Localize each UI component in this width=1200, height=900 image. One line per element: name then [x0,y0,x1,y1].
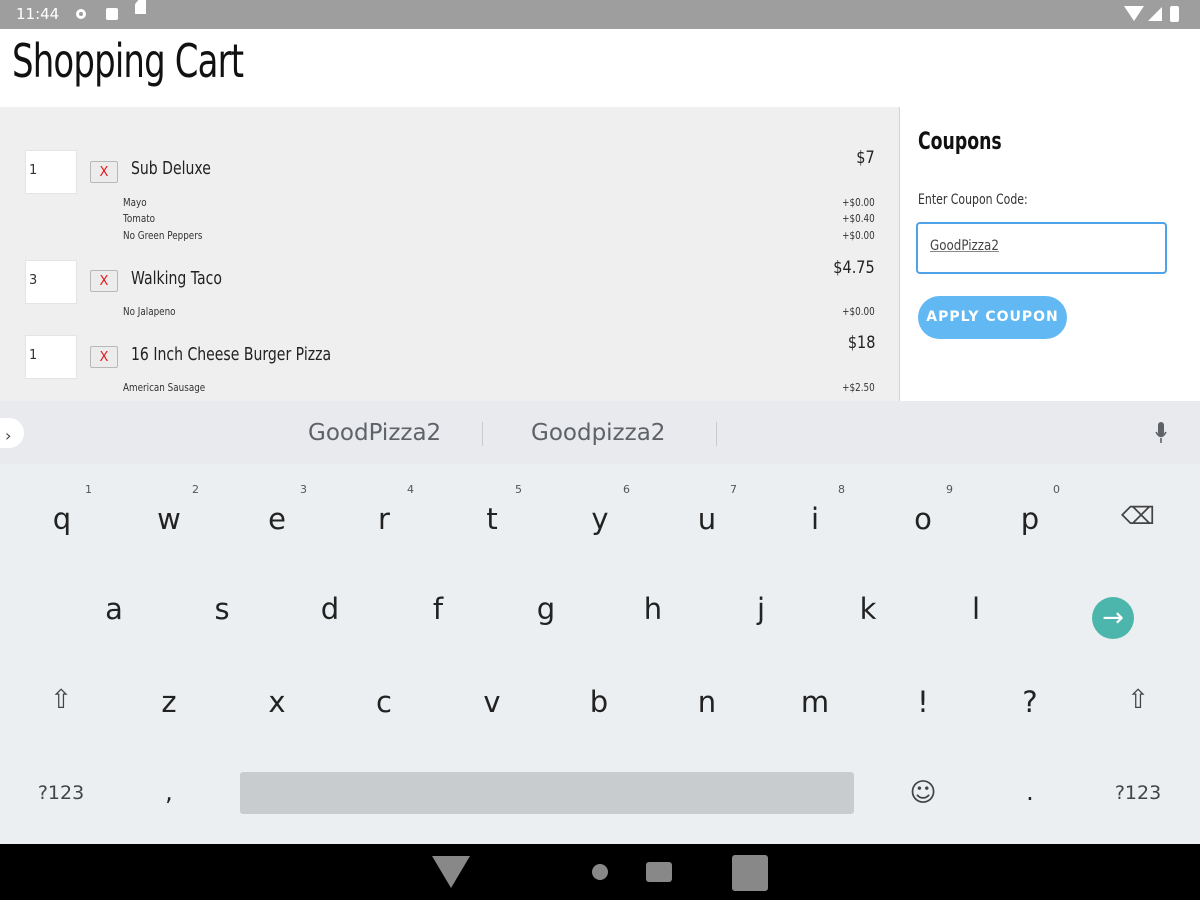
remove-item-button[interactable]: X [90,161,118,183]
key-w[interactable]: w2 [119,480,219,560]
apply-coupon-button[interactable]: APPLY COUPON [918,296,1067,339]
settings-icon [76,9,86,19]
key-d[interactable]: d [280,570,380,650]
wifi-icon [1124,6,1144,21]
coupons-heading: Coupons [918,127,1002,155]
item-option: No Green Peppers [123,229,203,242]
status-time: 11:44 [16,5,60,23]
key-h[interactable]: h [603,570,703,650]
quantity-field[interactable]: 1 [25,150,77,194]
item-option-price: +$0.40 [842,212,875,225]
key-b[interactable]: b [549,663,649,743]
key-q[interactable]: q1 [12,480,112,560]
space-key[interactable] [240,772,854,814]
item-price: $7 [856,148,875,168]
quantity-field[interactable]: 3 [25,260,77,304]
keyboard-switch-icon[interactable] [646,862,672,882]
suggestion-2[interactable]: Goodpizza2 [531,420,665,446]
symbols-key-right[interactable]: ?123 [1088,756,1188,836]
page-title: Shopping Cart [12,34,244,88]
item-option-price: +$0.00 [842,305,875,318]
symbols-key-left[interactable]: ?123 [11,756,111,836]
battery-icon [1170,6,1179,22]
coupon-code-value: GoodPizza2 [930,238,999,254]
key-l[interactable]: l [926,570,1026,650]
shift-icon: ⇧ [50,685,72,715]
key-v[interactable]: v [442,663,542,743]
key-x[interactable]: x [227,663,327,743]
item-name: Walking Taco [131,268,222,289]
key-period[interactable]: . [980,756,1080,836]
key-m[interactable]: m [765,663,865,743]
suggestion-divider [482,422,483,446]
item-option: No Jalapeno [123,305,176,318]
key-o[interactable]: o9 [873,480,973,560]
item-price: $4.75 [833,258,875,278]
status-bar [0,0,1200,29]
notification-icon [106,8,118,20]
coupon-code-label: Enter Coupon Code: [918,192,1028,208]
enter-key[interactable]: → [1092,597,1134,639]
key-s[interactable]: s [172,570,272,650]
key-u[interactable]: u7 [657,480,757,560]
suggestion-divider [716,422,717,446]
item-price: $18 [847,333,875,353]
key-exclamation[interactable]: ! [873,663,973,743]
back-icon[interactable] [432,856,470,888]
key-i[interactable]: i8 [765,480,865,560]
item-option-price: +$2.50 [842,381,875,394]
key-comma[interactable]: , [119,756,219,836]
item-name: Sub Deluxe [131,158,211,179]
key-t[interactable]: t5 [442,480,542,560]
key-c[interactable]: c [334,663,434,743]
item-option: Tomato [123,212,156,225]
key-g[interactable]: g [496,570,596,650]
key-p[interactable]: p0 [980,480,1080,560]
key-r[interactable]: r4 [334,480,434,560]
key-y[interactable]: y6 [550,480,650,560]
emoji-icon: ☺ [909,778,937,808]
recent-apps-icon[interactable] [732,855,768,891]
item-name: 16 Inch Cheese Burger Pizza [131,344,332,365]
shift-key-left[interactable]: ⇧ [11,663,111,743]
key-a[interactable]: a [64,570,164,650]
item-option-price: +$0.00 [842,196,875,209]
key-n[interactable]: n [657,663,757,743]
backspace-key[interactable]: ⌫ [1088,480,1188,560]
shift-key-right[interactable]: ⇧ [1088,663,1188,743]
key-j[interactable]: j [711,570,811,650]
item-option-price: +$0.00 [842,229,875,242]
cart-list[interactable]: 1 X Sub Deluxe $7 Mayo +$0.00 Tomato +$0… [0,107,899,401]
remove-item-button[interactable]: X [90,270,118,292]
microphone-icon[interactable] [1155,422,1167,446]
panel-divider [899,107,900,401]
key-k[interactable]: k [818,570,918,650]
key-question[interactable]: ? [980,663,1080,743]
key-z[interactable]: z [119,663,219,743]
key-e[interactable]: e3 [227,480,327,560]
home-icon[interactable] [592,864,608,880]
backspace-icon: ⌫ [1121,502,1155,530]
shift-icon: ⇧ [1127,685,1149,715]
item-option: Mayo [123,196,147,209]
suggestion-1[interactable]: GoodPizza2 [308,420,441,446]
arrow-right-icon: → [1102,603,1124,633]
key-f[interactable]: f [388,570,488,650]
item-option: American Sausage [123,381,206,394]
remove-item-button[interactable]: X [90,346,118,368]
chevron-right-icon: › [5,426,12,445]
emoji-key[interactable]: ☺ [873,756,973,836]
quantity-field[interactable]: 1 [25,335,77,379]
